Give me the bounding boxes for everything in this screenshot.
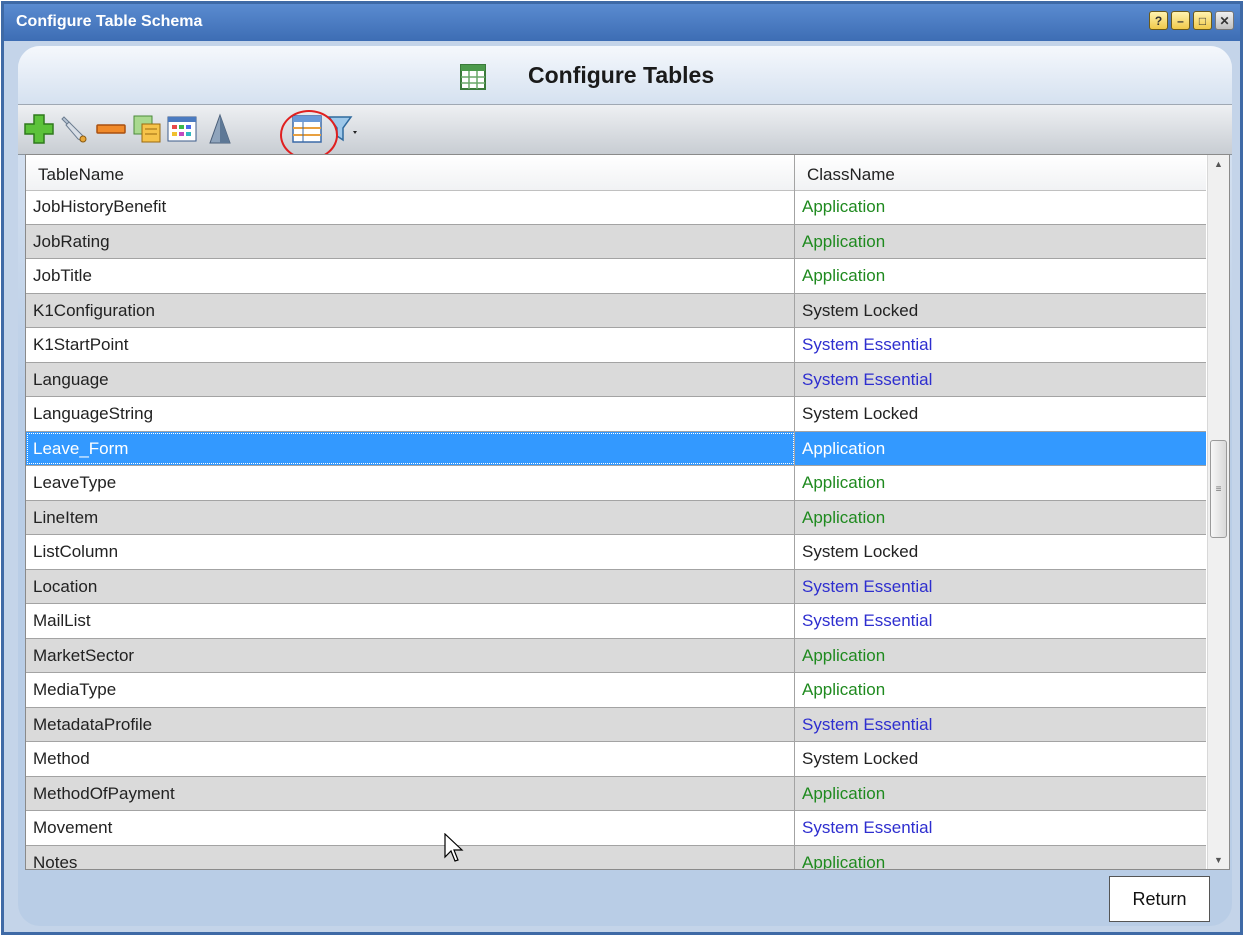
cell-tablename[interactable]: MetadataProfile — [26, 707, 795, 741]
cell-classname[interactable]: Application — [795, 846, 1206, 870]
cell-tablename[interactable]: MarketSector — [26, 638, 795, 672]
table-row[interactable]: JobRating Application — [26, 224, 1206, 259]
cell-classname[interactable]: Application — [795, 639, 1206, 673]
table-row[interactable]: K1StartPoint System Essential — [26, 328, 1206, 363]
cell-classname[interactable]: Application — [795, 190, 1206, 224]
vertical-scrollbar[interactable]: ▲ ≡ ▼ — [1207, 155, 1229, 869]
cell-classname[interactable]: System Essential — [795, 363, 1206, 397]
cell-classname[interactable]: Application — [795, 501, 1206, 535]
remove-icon[interactable] — [95, 113, 127, 145]
panel-header: Configure Tables — [18, 46, 1232, 104]
cell-classname[interactable]: System Essential — [795, 604, 1206, 638]
cell-classname[interactable]: System Essential — [795, 328, 1206, 362]
column-header-classname[interactable]: ClassName — [795, 155, 1206, 190]
minimize-button[interactable]: – — [1171, 11, 1190, 30]
main-panel: Configure Tables TableName ClassName Job… — [18, 46, 1232, 926]
tables-grid[interactable]: TableName ClassName JobHistoryBenefit App… — [25, 154, 1230, 870]
cell-tablename[interactable]: LineItem — [26, 500, 795, 534]
toolbar — [18, 104, 1232, 155]
table-row[interactable]: JobHistoryBenefit Application — [26, 190, 1206, 225]
table-row[interactable]: LanguageString System Locked — [26, 397, 1206, 432]
cell-tablename[interactable]: Notes — [26, 845, 795, 869]
close-button[interactable]: ✕ — [1215, 11, 1234, 30]
column-header-tablename[interactable]: TableName — [26, 155, 795, 190]
table-row[interactable]: JobTitle Application — [26, 259, 1206, 294]
wrench-icon[interactable] — [58, 113, 90, 145]
table-row[interactable]: Method System Locked — [26, 742, 1206, 777]
help-button[interactable]: ? — [1149, 11, 1168, 30]
page-title: Configure Tables — [528, 62, 715, 88]
cell-tablename[interactable]: ListColumn — [26, 535, 795, 569]
cell-classname[interactable]: System Locked — [795, 397, 1206, 431]
table-row[interactable]: Notes Application — [26, 845, 1206, 870]
table-row[interactable]: MethodOfPayment Application — [26, 776, 1206, 811]
cell-classname[interactable]: System Locked — [795, 742, 1206, 776]
cell-tablename[interactable]: Leave_Form — [26, 431, 795, 465]
configure-table-schema-window: Configure Table Schema ? – □ ✕ Configure… — [1, 1, 1243, 935]
table-row[interactable]: MediaType Application — [26, 673, 1206, 708]
cell-classname[interactable]: Application — [795, 432, 1206, 466]
cell-classname[interactable]: System Locked — [795, 294, 1206, 328]
table-row[interactable]: LineItem Application — [26, 500, 1206, 535]
cell-tablename[interactable]: K1StartPoint — [26, 328, 795, 362]
copy-icon[interactable] — [131, 113, 163, 145]
cell-classname[interactable]: Application — [795, 673, 1206, 707]
table-row[interactable]: MarketSector Application — [26, 638, 1206, 673]
scroll-down-icon[interactable]: ▼ — [1208, 851, 1229, 869]
maximize-button[interactable]: □ — [1193, 11, 1212, 30]
footer: Return — [18, 868, 1232, 926]
cell-tablename[interactable]: MediaType — [26, 673, 795, 707]
cell-tablename[interactable]: JobRating — [26, 224, 795, 258]
return-button[interactable]: Return — [1109, 876, 1210, 922]
cell-tablename[interactable]: K1Configuration — [26, 293, 795, 327]
title-bar-buttons: ? – □ ✕ — [1149, 11, 1234, 30]
cell-classname[interactable]: System Essential — [795, 570, 1206, 604]
cell-classname[interactable]: Application — [795, 259, 1206, 293]
table-row[interactable]: MailList System Essential — [26, 604, 1206, 639]
cell-tablename[interactable]: MethodOfPayment — [26, 776, 795, 810]
table-row[interactable]: Leave_Form Application — [26, 431, 1206, 466]
scroll-thumb[interactable]: ≡ — [1210, 440, 1227, 538]
cell-classname[interactable]: Application — [795, 225, 1206, 259]
cell-tablename[interactable]: JobHistoryBenefit — [26, 190, 795, 224]
window-title: Configure Table Schema — [16, 13, 203, 30]
sort-pyramid-icon[interactable] — [204, 113, 236, 145]
table-row[interactable]: Language System Essential — [26, 362, 1206, 397]
table-icon — [460, 64, 486, 90]
title-bar[interactable]: Configure Table Schema ? – □ ✕ — [4, 4, 1240, 41]
cell-classname[interactable]: Application — [795, 466, 1206, 500]
table-row[interactable]: K1Configuration System Locked — [26, 293, 1206, 328]
grid-header: TableName ClassName — [26, 155, 1206, 191]
cell-tablename[interactable]: Location — [26, 569, 795, 603]
table-row[interactable]: Movement System Essential — [26, 811, 1206, 846]
grid-rows: JobHistoryBenefit Application JobRating App… — [26, 190, 1206, 870]
color-grid-icon[interactable] — [166, 113, 198, 145]
cell-tablename[interactable]: JobTitle — [26, 259, 795, 293]
table-row[interactable]: Location System Essential — [26, 569, 1206, 604]
add-icon[interactable] — [23, 113, 55, 145]
cell-tablename[interactable]: LeaveType — [26, 466, 795, 500]
highlight-circle — [280, 110, 338, 160]
table-row[interactable]: ListColumn System Locked — [26, 535, 1206, 570]
scroll-up-icon[interactable]: ▲ — [1208, 155, 1229, 173]
cell-tablename[interactable]: Movement — [26, 811, 795, 845]
cell-tablename[interactable]: Language — [26, 362, 795, 396]
table-row[interactable]: MetadataProfile System Essential — [26, 707, 1206, 742]
cell-classname[interactable]: System Essential — [795, 708, 1206, 742]
cell-classname[interactable]: System Essential — [795, 811, 1206, 845]
table-row[interactable]: LeaveType Application — [26, 466, 1206, 501]
cell-classname[interactable]: System Locked — [795, 535, 1206, 569]
cell-tablename[interactable]: LanguageString — [26, 397, 795, 431]
cell-tablename[interactable]: Method — [26, 742, 795, 776]
cell-classname[interactable]: Application — [795, 777, 1206, 811]
mouse-cursor-icon — [444, 833, 464, 862]
cell-tablename[interactable]: MailList — [26, 604, 795, 638]
